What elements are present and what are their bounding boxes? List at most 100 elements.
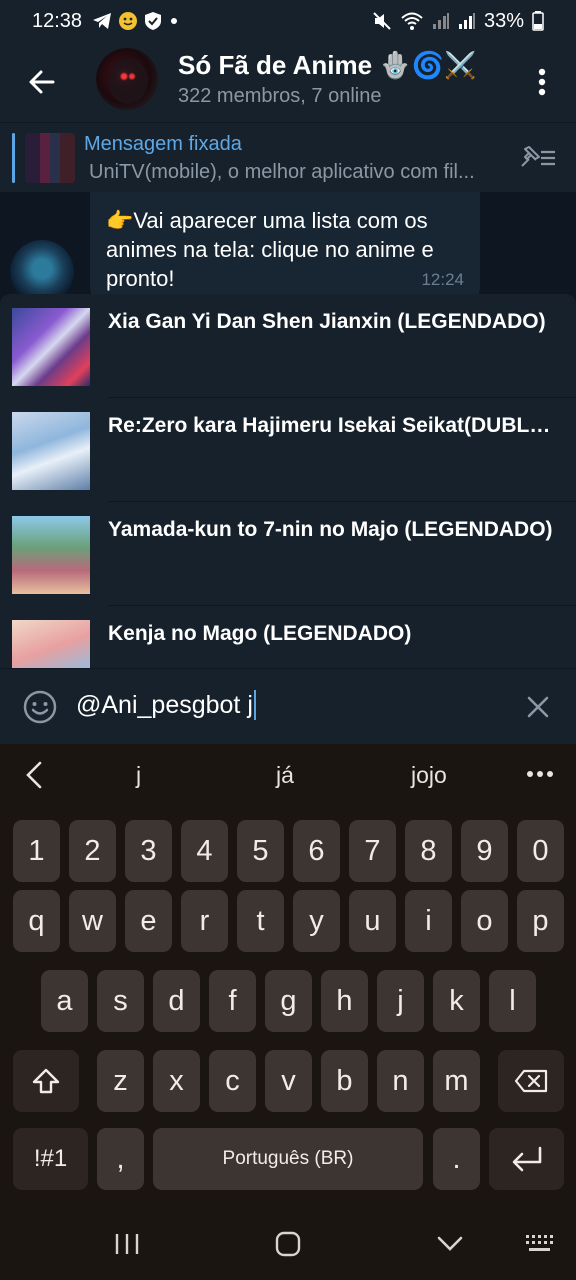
space-key[interactable]: Português (BR) [153,1128,423,1190]
recents-button[interactable] [107,1230,147,1258]
key-a[interactable]: a [41,970,88,1032]
arrow-left-icon [29,70,55,94]
key-e[interactable]: e [125,890,172,952]
pinned-label: Mensagem fixada [84,133,242,155]
result-thumbnail [12,308,90,386]
inline-results-list: Xia Gan Yi Dan Shen Jianxin (LEGENDADO) … [0,294,576,668]
keyboard-switch-button[interactable] [520,1230,560,1258]
pinned-thumbnail [25,133,75,183]
smiley-icon [23,690,57,724]
result-thumbnail [12,516,90,594]
key-w[interactable]: w [69,890,116,952]
key-i[interactable]: i [405,890,452,952]
key-q[interactable]: q [13,890,60,952]
message-input[interactable]: @Ani_pesgbot j [76,690,256,720]
key-4[interactable]: 4 [181,820,228,882]
status-time: 12:38 [32,9,83,32]
home-icon [275,1231,301,1257]
key-3[interactable]: 3 [125,820,172,882]
key-t[interactable]: t [237,890,284,952]
key-m[interactable]: m [433,1050,480,1112]
result-thumbnail [12,620,90,668]
key-d[interactable]: d [153,970,200,1032]
result-title: Xia Gan Yi Dan Shen Jianxin (LEGENDADO) [108,310,546,333]
key-7[interactable]: 7 [349,820,396,882]
result-thumbnail [12,412,90,490]
chat-subtitle: 322 membros, 7 online [178,85,382,107]
inline-result-item[interactable]: Kenja no Mago (LEGENDADO) [0,606,576,668]
pinned-list-button[interactable] [518,143,558,173]
backspace-icon [514,1069,548,1093]
back-button[interactable] [20,60,64,104]
shift-icon [32,1068,60,1094]
status-bar: 12:38 33% [0,0,576,42]
emoji-face-icon [118,11,138,31]
key-b[interactable]: b [321,1050,368,1112]
key-l[interactable]: l [489,970,536,1032]
key-s[interactable]: s [97,970,144,1032]
pinned-indicator [12,133,15,183]
key-n[interactable]: n [377,1050,424,1112]
more-vert-icon [538,68,546,96]
chat-area: 👉Vai aparecer uma lista com os animes na… [0,192,576,304]
key-k[interactable]: k [433,970,480,1032]
suggestion-bar: j já jojo [0,744,576,806]
clear-input-button[interactable] [524,693,552,721]
backspace-key[interactable] [498,1050,564,1112]
shift-key[interactable] [13,1050,79,1112]
home-button[interactable] [268,1230,308,1258]
key-u[interactable]: u [349,890,396,952]
key-1[interactable]: 1 [13,820,60,882]
key-y[interactable]: y [293,890,340,952]
text-caret [253,690,256,720]
more-horiz-icon [527,771,553,777]
period-key[interactable]: . [433,1128,480,1190]
battery-icon [532,11,544,31]
key-z[interactable]: z [97,1050,144,1112]
telegram-icon [92,12,112,30]
suggestion-item[interactable]: j [136,762,141,789]
key-0[interactable]: 0 [517,820,564,882]
inline-result-item[interactable]: Xia Gan Yi Dan Shen Jianxin (LEGENDADO) [0,294,576,398]
suggestion-collapse-button[interactable] [22,760,46,790]
back-nav-button[interactable] [430,1230,470,1258]
key-f[interactable]: f [209,970,256,1032]
signal-icon [458,12,476,30]
close-icon [527,696,549,718]
chevron-down-icon [437,1236,463,1251]
key-2[interactable]: 2 [69,820,116,882]
more-menu-button[interactable] [530,62,554,102]
keyboard: j já jojo 1 2 3 4 5 6 7 8 9 0 q w e r t … [0,744,576,1208]
suggestion-item[interactable]: já [276,762,294,789]
message-bubble[interactable]: 👉Vai aparecer uma lista com os animes na… [90,192,480,302]
key-x[interactable]: x [153,1050,200,1112]
key-r[interactable]: r [181,890,228,952]
pin-list-icon [521,146,555,167]
suggestion-item[interactable]: jojo [411,762,447,789]
key-c[interactable]: c [209,1050,256,1112]
key-g[interactable]: g [265,970,312,1032]
key-8[interactable]: 8 [405,820,452,882]
pinned-message[interactable]: Mensagem fixada UniTV(mobile), o melhor … [0,122,576,192]
group-avatar[interactable] [96,48,158,110]
key-9[interactable]: 9 [461,820,508,882]
symbols-key[interactable]: !#1 [13,1128,88,1190]
emoji-button[interactable] [22,689,58,725]
inline-result-item[interactable]: Yamada-kun to 7-nin no Majo (LEGENDADO) [0,502,576,606]
pinned-text: UniTV(mobile), o melhor aplicativo com f… [89,161,475,183]
key-o[interactable]: o [461,890,508,952]
suggestion-more-button[interactable] [526,764,554,784]
comma-key[interactable]: , [97,1128,144,1190]
key-v[interactable]: v [265,1050,312,1112]
enter-icon [512,1146,541,1172]
key-p[interactable]: p [517,890,564,952]
key-6[interactable]: 6 [293,820,340,882]
key-h[interactable]: h [321,970,368,1032]
key-j[interactable]: j [377,970,424,1032]
enter-key[interactable] [489,1128,564,1190]
recents-icon [115,1234,139,1254]
chat-title[interactable]: Só Fã de Anime 🪬🌀⚔️ [178,50,476,81]
inline-result-item[interactable]: Re:Zero kara Hajimeru Isekai Seikat(DUBL… [0,398,576,502]
message-input-value: @Ani_pesgbot j [76,690,253,719]
key-5[interactable]: 5 [237,820,284,882]
